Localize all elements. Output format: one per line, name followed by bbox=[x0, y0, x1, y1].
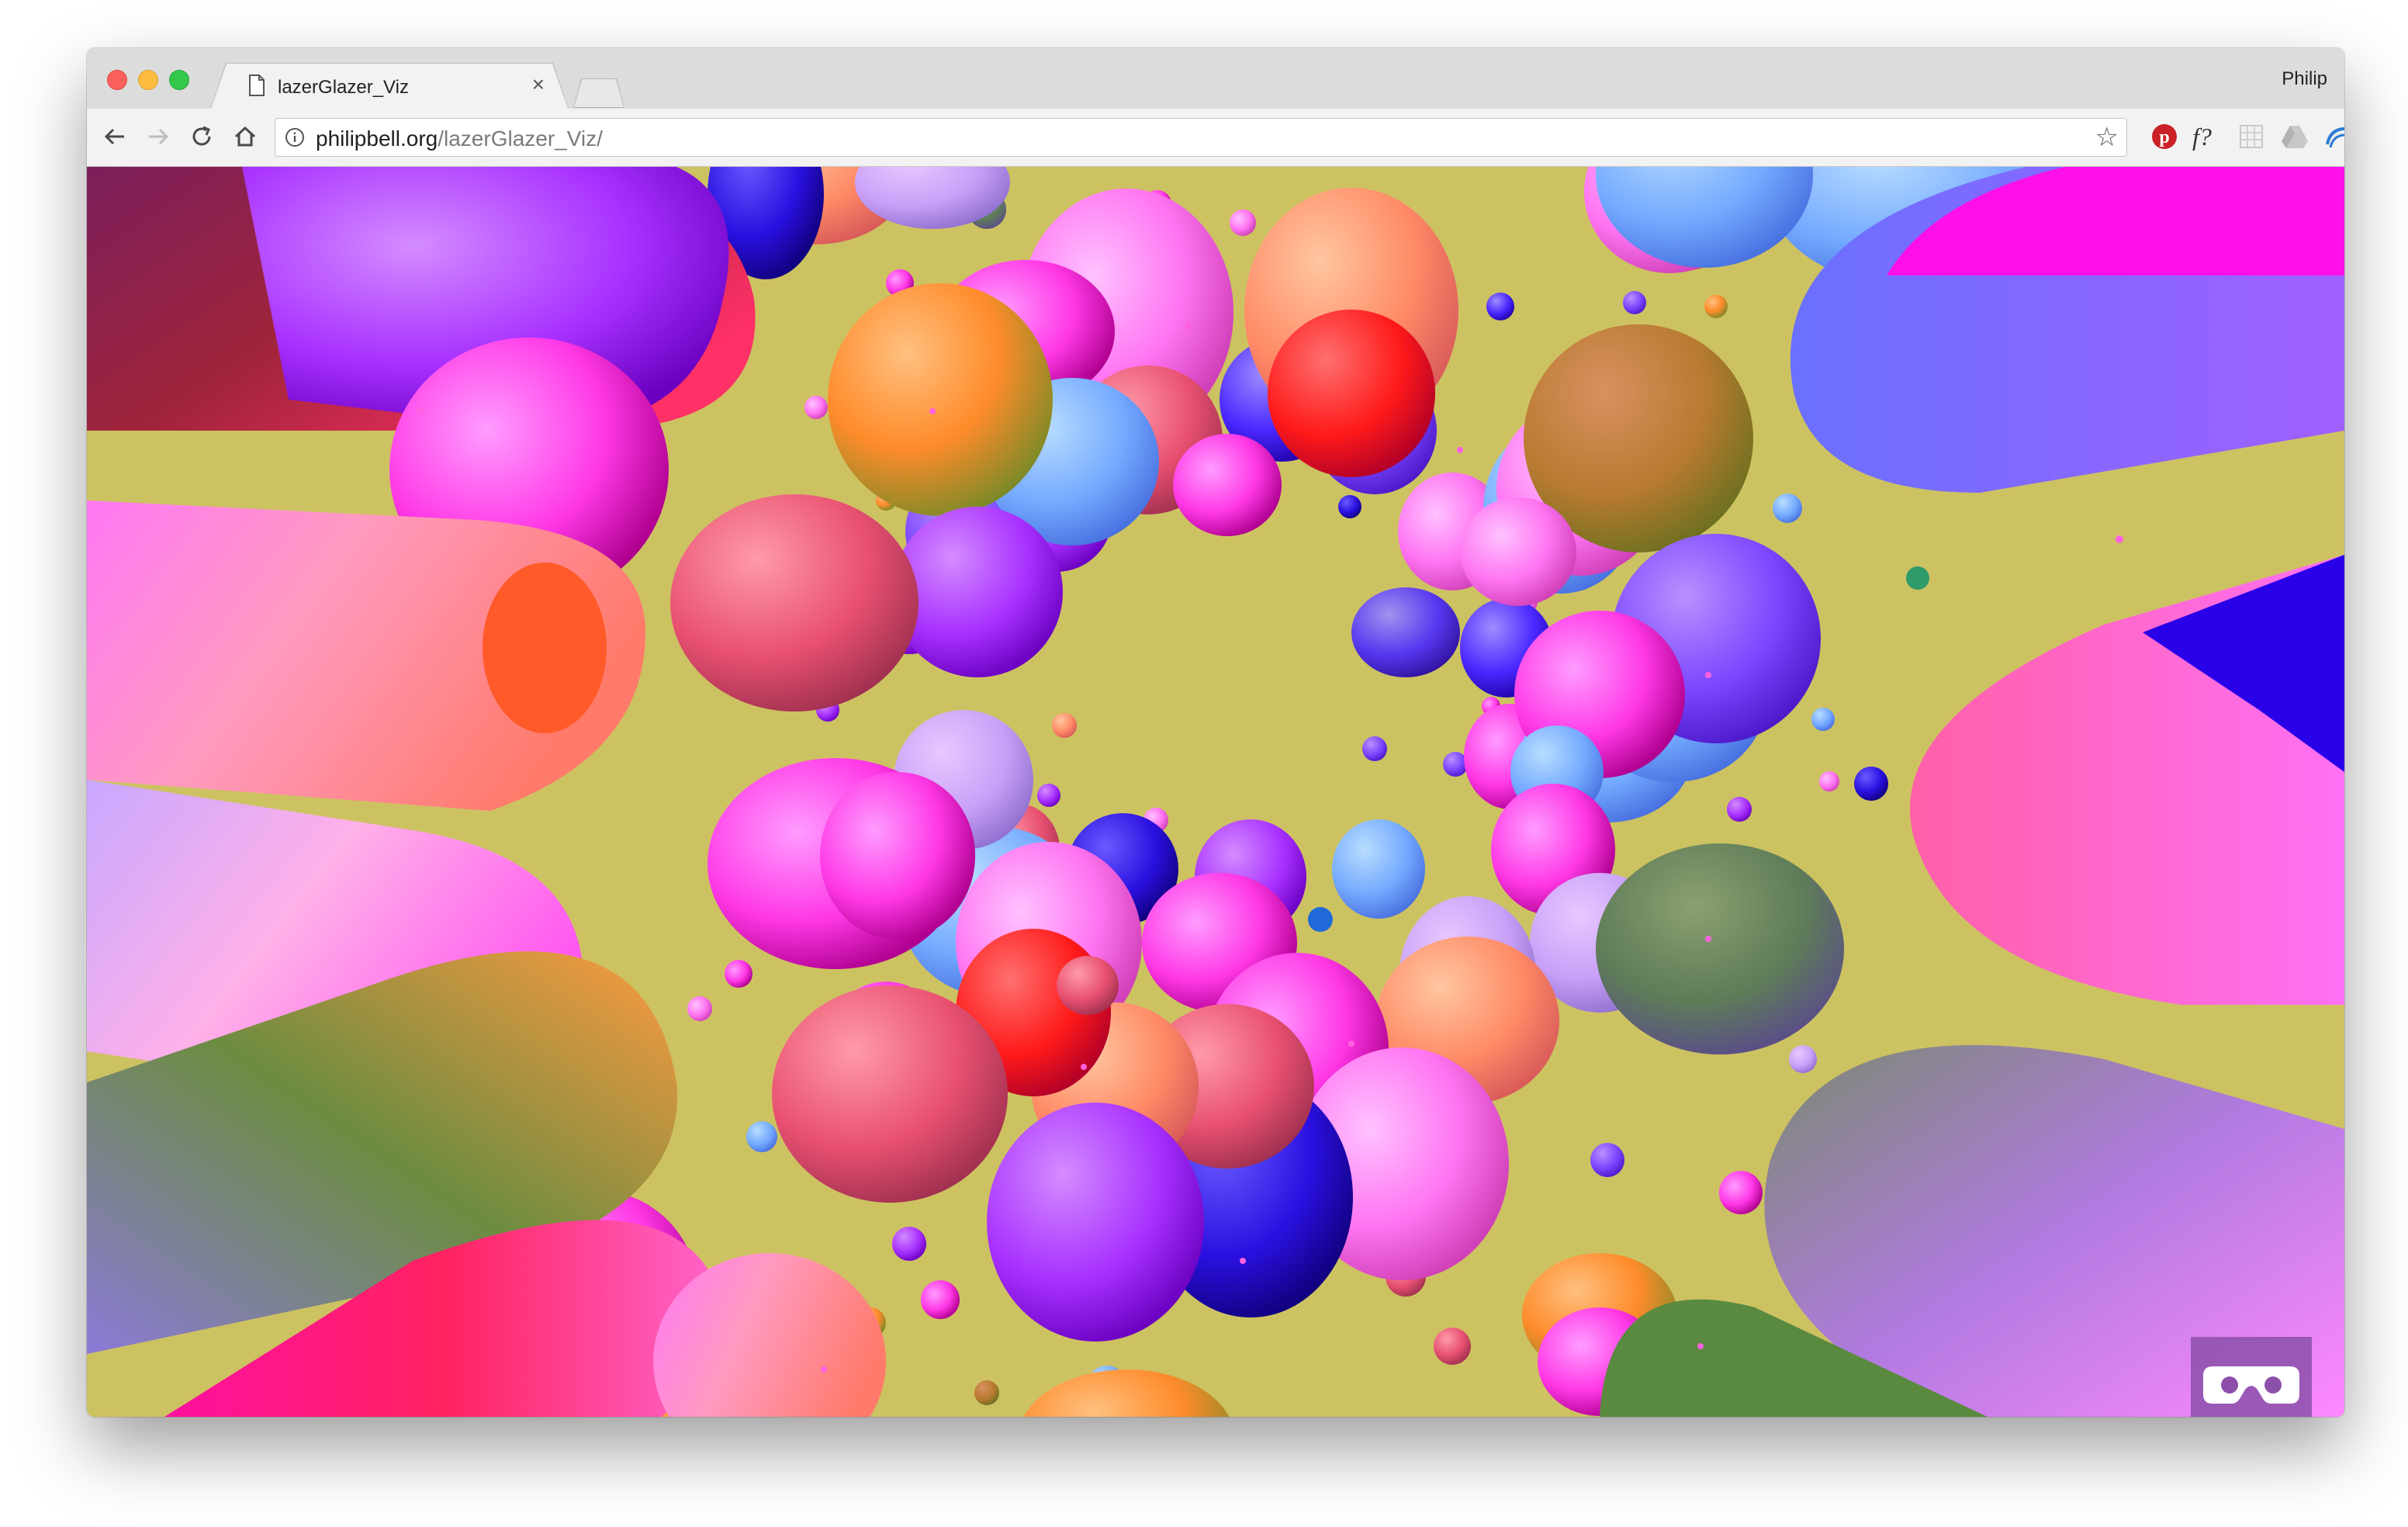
svg-text:p: p bbox=[2159, 127, 2169, 147]
url-host: philipbell.org bbox=[316, 126, 438, 151]
address-bar[interactable]: philipbell.org/lazerGlazer_Viz/ ☆ bbox=[275, 118, 2127, 157]
google-drive-icon[interactable] bbox=[2279, 121, 2310, 152]
tab-strip: lazerGlazer_Viz × Philip bbox=[87, 48, 2344, 109]
url-text[interactable]: philipbell.org/lazerGlazer_Viz/ bbox=[316, 126, 603, 151]
webgl-canvas[interactable] bbox=[87, 167, 2344, 1417]
info-icon[interactable] bbox=[285, 127, 305, 147]
new-tab-button[interactable] bbox=[574, 79, 624, 107]
home-icon[interactable] bbox=[231, 123, 259, 151]
forward-arrow-icon[interactable] bbox=[144, 123, 172, 151]
whatfont-icon[interactable]: f? bbox=[2192, 121, 2223, 152]
large-spheres bbox=[670, 188, 1844, 1342]
window-minimize-button[interactable] bbox=[138, 70, 158, 90]
vr-goggles-icon bbox=[2203, 1366, 2299, 1404]
window-zoom-button[interactable] bbox=[169, 70, 189, 90]
tab-close-icon[interactable]: × bbox=[532, 73, 545, 96]
sphere-scene bbox=[87, 167, 2344, 1417]
browser-window: lazerGlazer_Viz × Philip philipbell.org/… bbox=[87, 48, 2344, 1417]
wave-extension-icon[interactable] bbox=[2323, 121, 2344, 152]
url-path: /lazerGlazer_Viz/ bbox=[438, 126, 603, 151]
grid-extension-icon[interactable] bbox=[2236, 121, 2267, 152]
window-close-button[interactable] bbox=[107, 70, 127, 90]
browser-toolbar: philipbell.org/lazerGlazer_Viz/ ☆ p f? G… bbox=[87, 109, 2344, 167]
profile-name[interactable]: Philip bbox=[2282, 68, 2327, 90]
tab-title: lazerGlazer_Viz bbox=[278, 77, 409, 98]
vr-mode-button[interactable] bbox=[2191, 1337, 2312, 1417]
reload-icon[interactable] bbox=[188, 123, 216, 151]
bookmark-star-icon[interactable]: ☆ bbox=[2095, 123, 2119, 151]
page-icon bbox=[249, 74, 265, 96]
pinterest-icon[interactable]: p bbox=[2149, 121, 2180, 152]
tab-active[interactable]: lazerGlazer_Viz × bbox=[211, 64, 568, 109]
back-arrow-icon[interactable] bbox=[101, 123, 129, 151]
